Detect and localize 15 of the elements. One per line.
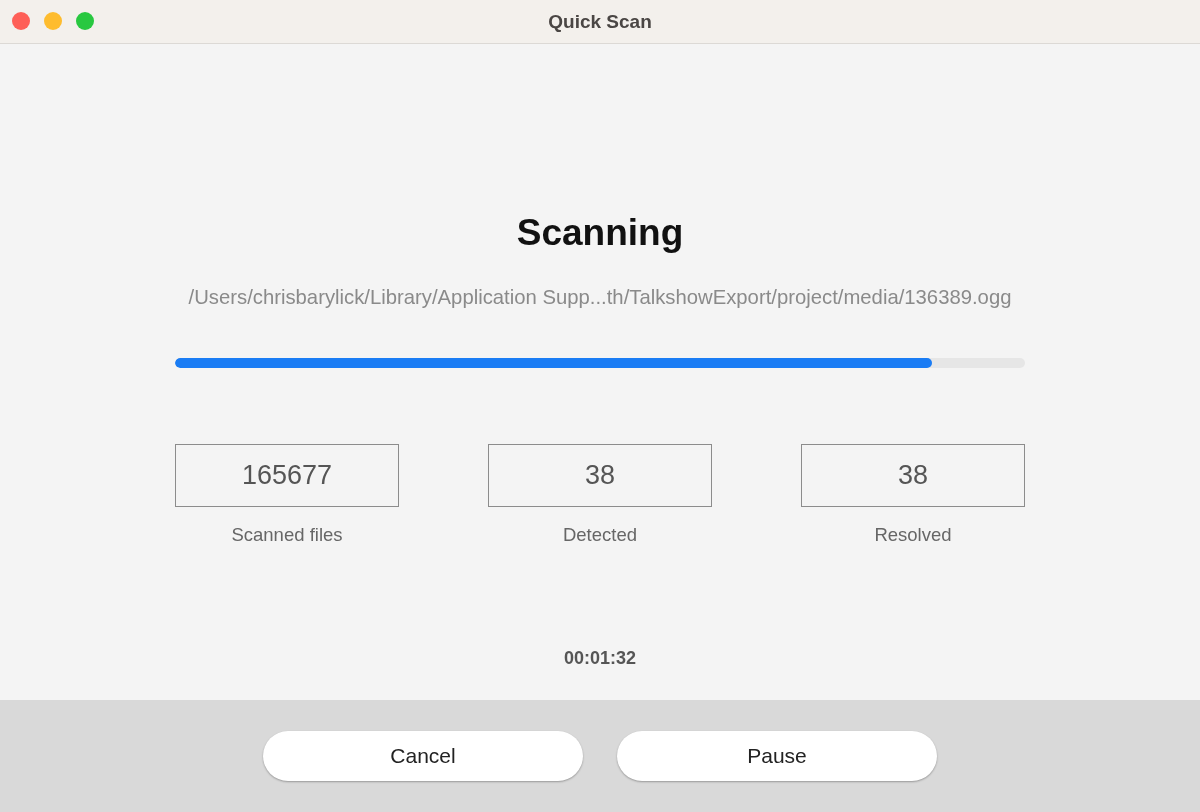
zoom-icon[interactable]	[76, 12, 94, 30]
current-file-path: /Users/chrisbarylick/Library/Application Supp...th/TalkshowExport/project/media/136389.ogg	[188, 286, 1012, 308]
minimize-icon[interactable]	[44, 12, 62, 30]
count-label: Resolved	[874, 524, 952, 546]
count-display: 38	[488, 444, 712, 507]
pause-button[interactable]: Pause	[617, 731, 937, 781]
count-display: 38	[801, 444, 1025, 507]
scan-heading: Scanning	[516, 211, 684, 255]
cancel-button[interactable]: Cancel	[263, 731, 583, 781]
window-title: Quick Scan	[548, 10, 652, 33]
count-label: Detected	[562, 524, 637, 546]
count-label: Scanned files	[231, 524, 343, 546]
close-icon[interactable]	[12, 12, 30, 30]
count-display: 165677	[175, 444, 399, 507]
elapsed-time: 00:01:32	[563, 647, 637, 669]
